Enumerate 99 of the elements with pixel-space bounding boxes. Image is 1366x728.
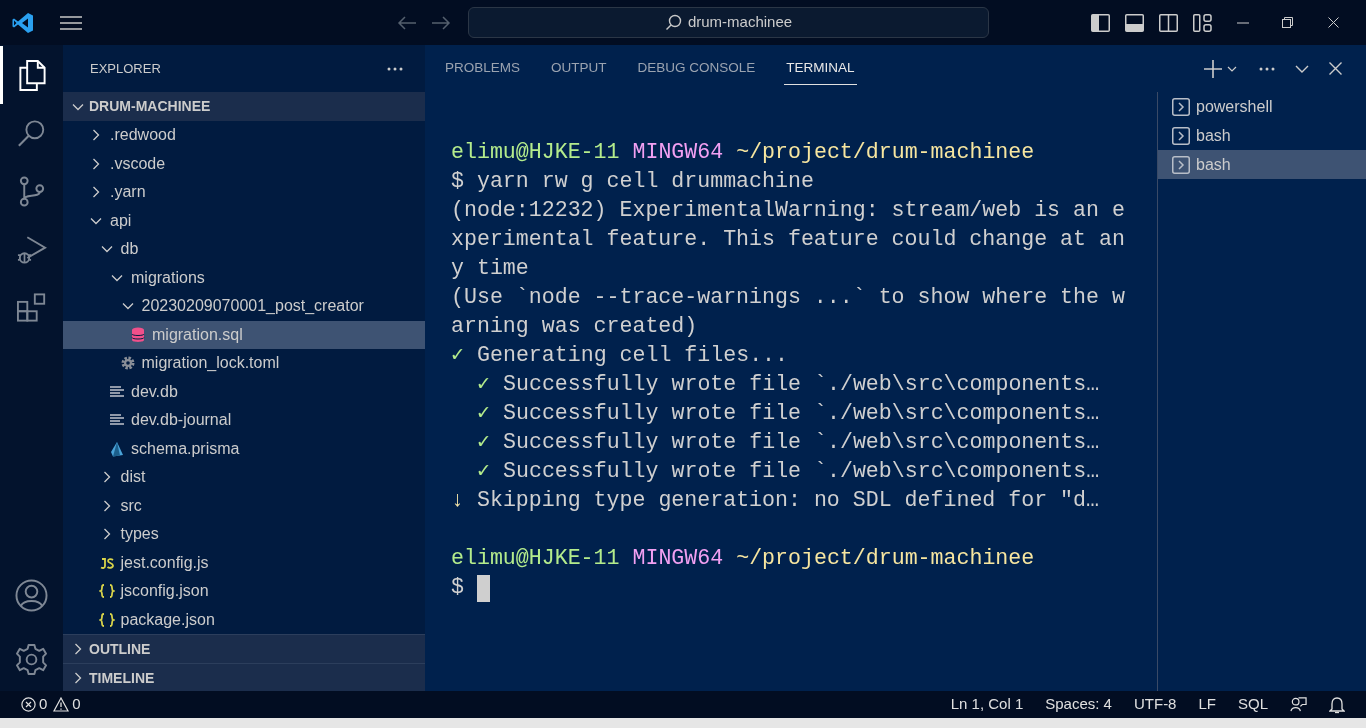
tree-item[interactable]: api bbox=[63, 206, 425, 235]
more-actions-icon[interactable] bbox=[1259, 66, 1275, 71]
new-terminal-icon[interactable] bbox=[1204, 59, 1222, 78]
account-icon[interactable] bbox=[15, 578, 48, 612]
files-icon[interactable] bbox=[16, 59, 47, 91]
terminal-line: Successfully wrote file `./web\src\components… bbox=[503, 458, 1100, 485]
terminal-line: Successfully wrote file `./web\src\components… bbox=[503, 400, 1100, 427]
section-header[interactable]: OUTLINE bbox=[63, 634, 425, 663]
customize-layout-icon[interactable] bbox=[1193, 13, 1212, 32]
bell-icon[interactable] bbox=[1329, 695, 1345, 714]
terminal-line: Skipping type generation: no SDL defined for "d… bbox=[476, 487, 1099, 514]
settings-icon[interactable] bbox=[15, 642, 48, 676]
terminal-line: Successfully wrote file `./web\src\components… bbox=[503, 429, 1100, 456]
project-header[interactable]: DRUM-MACHINEE bbox=[63, 92, 425, 121]
tree-item[interactable]: migration.sql bbox=[63, 320, 425, 349]
status-item[interactable]: LF bbox=[1198, 693, 1216, 716]
tree-item[interactable]: dev.db-journal bbox=[63, 406, 425, 435]
caret-icon[interactable] bbox=[1227, 65, 1237, 72]
panel-tab[interactable]: PROBLEMS bbox=[443, 52, 523, 85]
error-icon bbox=[21, 697, 36, 712]
check-mark: ✓ bbox=[477, 458, 490, 485]
terminal-icon bbox=[1172, 97, 1190, 116]
sidebar-layout-icon[interactable] bbox=[1091, 13, 1110, 32]
terminal-prompt: $ bbox=[451, 574, 464, 601]
terminal-line: xperimental feature. This feature could change at an bbox=[451, 226, 1125, 253]
problems-status[interactable]: 0 0 bbox=[0, 693, 81, 716]
app-logo-icon[interactable] bbox=[11, 10, 35, 35]
tree-item[interactable]: .yarn bbox=[63, 178, 425, 207]
extensions-icon[interactable] bbox=[16, 291, 47, 323]
braces-icon bbox=[98, 583, 115, 600]
panel-tab[interactable]: TERMINAL bbox=[784, 52, 857, 85]
split-layout-icon[interactable] bbox=[1159, 13, 1178, 32]
tree-item[interactable]: .redwood bbox=[63, 121, 425, 150]
feedback-icon[interactable] bbox=[1290, 696, 1307, 713]
terminal-session[interactable]: bash bbox=[1158, 150, 1366, 179]
warning-icon bbox=[53, 697, 70, 712]
tree-item[interactable]: schema.prisma bbox=[63, 434, 425, 463]
terminal-session[interactable]: powershell bbox=[1158, 92, 1366, 121]
terminal-line: $ yarn rw g cell drummachine bbox=[451, 168, 814, 195]
more-actions-icon[interactable] bbox=[387, 66, 403, 71]
panel-layout-icon[interactable] bbox=[1125, 13, 1144, 32]
sidebar-title: EXPLORER bbox=[90, 59, 161, 78]
prism-icon bbox=[109, 440, 125, 457]
terminal-line: (node:12232) ExperimentalWarning: stream/web is an e bbox=[451, 197, 1125, 224]
section-header[interactable]: TIMELINE bbox=[63, 663, 425, 692]
status-item[interactable]: SQL bbox=[1238, 693, 1268, 716]
database-icon bbox=[130, 326, 146, 343]
tree-item[interactable]: 20230209070001_post_creator bbox=[63, 292, 425, 321]
prompt-path: ~/project/drum-machinee bbox=[736, 545, 1035, 572]
terminal-session[interactable]: bash bbox=[1158, 121, 1366, 150]
terminal-line: (Use `node --trace-warnings ...` to show where the w bbox=[451, 284, 1125, 311]
tree-item[interactable]: jsconfig.json bbox=[63, 577, 425, 606]
text-lines-icon bbox=[109, 383, 125, 400]
status-item[interactable]: Spaces: 4 bbox=[1045, 693, 1112, 716]
restore-icon[interactable] bbox=[1282, 17, 1293, 28]
tree-item[interactable]: db bbox=[63, 235, 425, 264]
search-icon bbox=[664, 14, 682, 31]
command-center-field[interactable]: drum-machinee bbox=[468, 7, 989, 38]
gear-icon bbox=[119, 355, 136, 372]
menu-icon[interactable] bbox=[60, 14, 82, 31]
prompt-shell: MINGW64 bbox=[632, 139, 724, 166]
panel-tab[interactable]: DEBUG CONSOLE bbox=[635, 52, 758, 85]
tree-item[interactable]: .vscode bbox=[63, 149, 425, 178]
tree-item[interactable]: dist bbox=[63, 463, 425, 492]
tree-item[interactable]: src bbox=[63, 491, 425, 520]
terminal-line: arning was created) bbox=[451, 313, 698, 340]
tree-item[interactable]: types bbox=[63, 520, 425, 549]
status-item[interactable]: UTF-8 bbox=[1133, 693, 1177, 716]
tree-item[interactable]: jest.config.js bbox=[63, 548, 425, 577]
tree-item[interactable]: migrations bbox=[63, 263, 425, 292]
terminal-cursor bbox=[476, 575, 490, 602]
back-arrow-icon[interactable] bbox=[397, 14, 417, 31]
arrow-mark: ↓ bbox=[451, 487, 464, 514]
terminal-icon bbox=[1172, 126, 1190, 145]
braces-icon bbox=[98, 611, 115, 628]
search-text: drum-machinee bbox=[687, 12, 793, 33]
prompt-path: ~/project/drum-machinee bbox=[736, 139, 1035, 166]
close-icon[interactable] bbox=[1329, 62, 1342, 75]
tree-item[interactable]: dev.db bbox=[63, 377, 425, 406]
panel-tab[interactable]: OUTPUT bbox=[549, 52, 609, 85]
terminal-line: y time bbox=[451, 255, 529, 282]
prompt-shell: MINGW64 bbox=[632, 545, 724, 572]
check-mark: ✓ bbox=[477, 429, 490, 456]
search-icon[interactable] bbox=[16, 117, 47, 149]
check-mark: ✓ bbox=[477, 400, 490, 427]
terminal-line: Successfully wrote file `./web\src\components… bbox=[503, 371, 1100, 398]
check-mark: ✓ bbox=[451, 342, 464, 369]
forward-arrow-icon[interactable] bbox=[431, 14, 451, 31]
minimize-icon[interactable] bbox=[1237, 21, 1249, 24]
status-item[interactable]: Ln 1, Col 1 bbox=[950, 693, 1024, 716]
chevron-down-icon[interactable] bbox=[1295, 64, 1309, 73]
terminal-icon bbox=[1172, 155, 1190, 174]
tree-item[interactable]: migration_lock.toml bbox=[63, 349, 425, 378]
close-icon[interactable] bbox=[1328, 17, 1339, 28]
prompt-user: elimu@HJKE-11 bbox=[451, 139, 620, 166]
check-mark: ✓ bbox=[477, 371, 490, 398]
prompt-user: elimu@HJKE-11 bbox=[451, 545, 620, 572]
tree-item[interactable]: package.json bbox=[63, 605, 425, 634]
terminal-line: Generating cell files... bbox=[477, 342, 789, 369]
